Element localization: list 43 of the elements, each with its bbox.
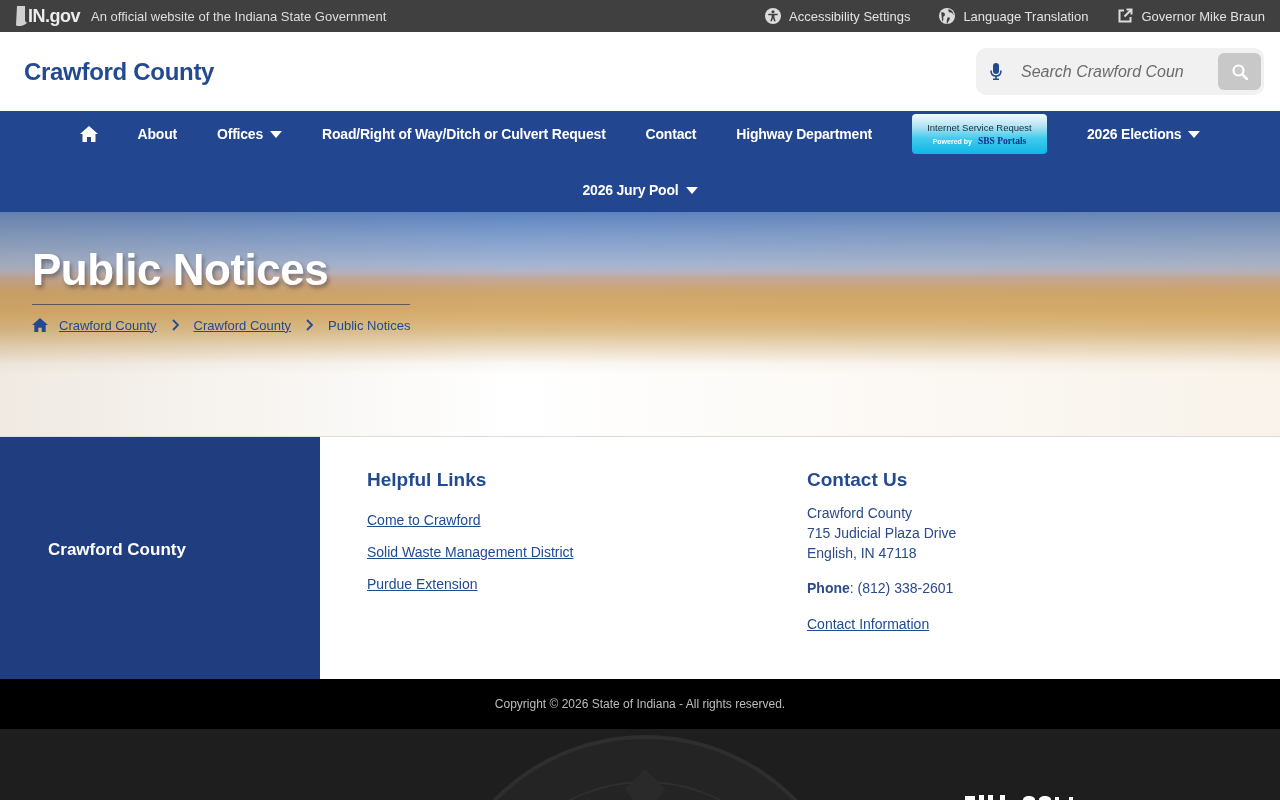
chevron-icon <box>171 319 179 331</box>
caret-icon <box>270 130 283 138</box>
nav-menu-link[interactable]: Offices <box>217 126 283 142</box>
search-icon <box>1231 63 1248 80</box>
top-bar-link[interactable]: Governor Mike Braun <box>1117 8 1265 24</box>
home-icon[interactable] <box>32 318 48 332</box>
address-line: Crawford County <box>807 504 914 523</box>
breadcrumb-link[interactable]: Crawford County <box>59 317 157 333</box>
nav-link[interactable]: Highway Department <box>736 126 872 142</box>
address-line: 715 Judicial Plaza Drive <box>807 524 957 543</box>
footer-link[interactable]: Contact Information <box>807 614 930 634</box>
globe-icon <box>939 8 956 24</box>
address-line: English, IN 47118 <box>807 544 918 563</box>
accessibility-icon <box>765 8 781 24</box>
footer-site-title: Crawford County <box>48 540 186 560</box>
page-title: Public Notices <box>32 244 330 296</box>
phone-number: Phone: (812) 338-2601 <box>807 579 954 598</box>
top-bar-link[interactable]: Language Translation <box>939 8 1089 24</box>
footer-link[interactable]: Come to Crawford <box>367 510 481 530</box>
tagline: An official website of the Indiana State Government <box>91 8 387 24</box>
logo-icon[interactable] <box>965 795 1075 800</box>
breadcrumb-link[interactable]: Crawford County <box>193 317 292 333</box>
site-title: Crawford County <box>24 57 215 86</box>
footer-heading: Helpful Links <box>367 468 487 492</box>
microphone-icon[interactable] <box>990 63 1002 80</box>
caret-icon <box>1188 130 1201 138</box>
site-logo[interactable]: IN.gov <box>16 5 80 27</box>
nav-link[interactable]: Contact <box>645 126 697 142</box>
top-bar-link[interactable]: Accessibility Settings <box>765 8 911 24</box>
breadcrumb-current: Public Notices <box>328 317 411 333</box>
nav-menu-link[interactable]: 2026 Jury Pool <box>582 182 698 198</box>
nav-link[interactable]: Road/Right of Way/Ditch or Culvert Request <box>322 126 606 142</box>
external-link-icon <box>1117 8 1134 24</box>
footer-link[interactable]: Solid Waste Management District <box>367 542 574 562</box>
home-icon[interactable] <box>79 126 98 142</box>
footer-link[interactable]: Purdue Extension <box>367 574 478 594</box>
chevron-icon <box>306 319 314 331</box>
caret-icon <box>685 186 698 194</box>
footer-heading: Contact Us <box>807 468 908 492</box>
nav-menu-link[interactable]: 2026 Elections <box>1086 126 1201 142</box>
copyright-text: Copyright © 2026 State of Indiana - All rights reserved. <box>494 697 786 711</box>
nav-link[interactable]: About <box>137 126 177 142</box>
state-shape-icon <box>16 6 27 26</box>
